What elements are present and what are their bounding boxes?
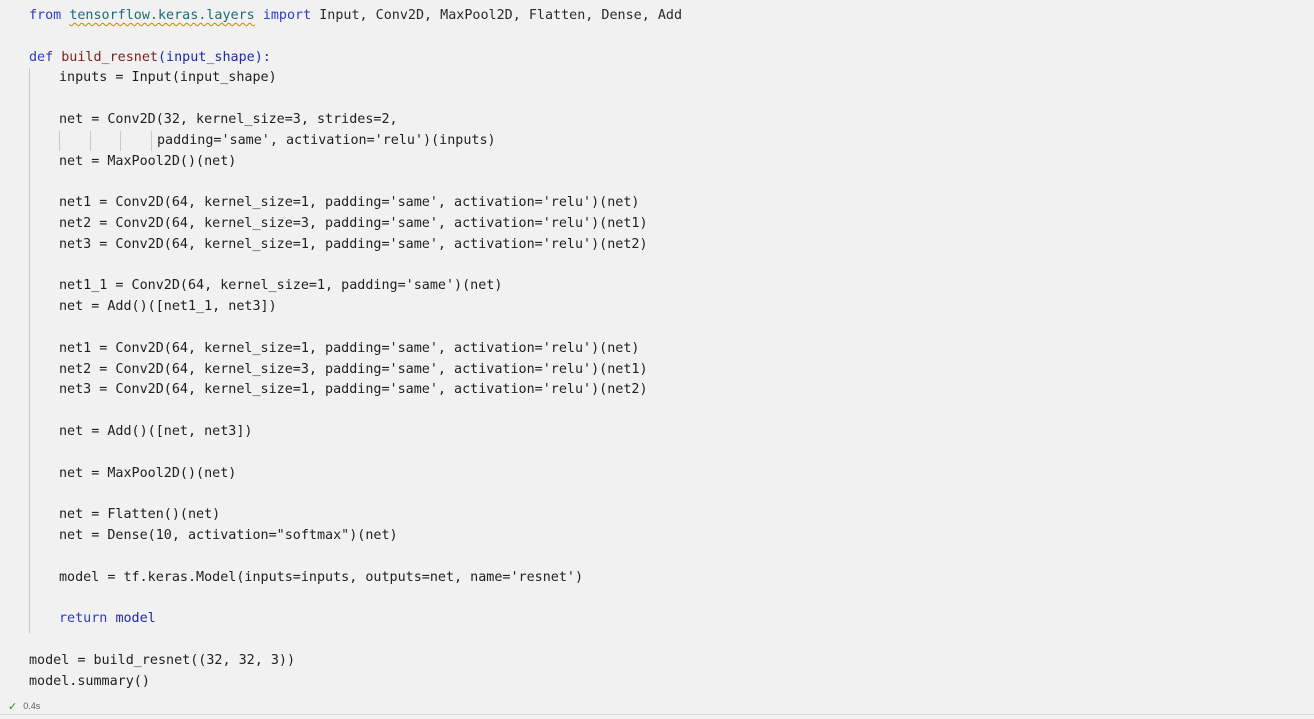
code-line: inputs = Input(input_shape) [59,70,277,86]
keyword-def: def [29,49,54,65]
notebook-code-cell[interactable]: from tensorflow.keras.layers import Inpu… [0,0,1314,719]
keyword-from: from [29,8,62,23]
code-line: net1 = Conv2D(64, kernel_size=1, padding… [59,195,640,211]
code-line: net3 = Conv2D(64, kernel_size=1, padding… [59,382,648,398]
function-params: (input_shape): [158,49,271,65]
code-line: padding='same', activation='relu')(input… [157,132,496,148]
code-line: model.summary() [29,673,150,689]
code-line-return: return model [29,609,1289,630]
code-line: net = MaxPool2D()(net) [59,153,237,169]
code-line: net = MaxPool2D()(net) [59,465,237,481]
code-line: net2 = Conv2D(64, kernel_size=3, padding… [59,215,648,231]
code-line: net3 = Conv2D(64, kernel_size=1, padding… [59,236,648,252]
keyword-return: return [59,611,108,627]
check-icon: ✓ [8,700,18,713]
code-line: net = Add()([net1_1, net3]) [59,299,277,315]
code-line: model = build_resnet((32, 32, 3)) [29,652,296,668]
module-name: tensorflow.keras.layers [69,8,255,23]
code-line: net = Add()([net, net3]) [59,423,253,439]
code-line: net1 = Conv2D(64, kernel_size=1, padding… [59,340,640,356]
execution-status: ✓ 0.4s [8,699,40,713]
keyword-import: import [262,8,312,23]
code-line: net1_1 = Conv2D(64, kernel_size=1, paddi… [59,278,503,294]
code-line: net2 = Conv2D(64, kernel_size=3, padding… [59,361,648,377]
code-line: net = Conv2D(32, kernel_size=3, strides=… [59,111,398,127]
imported-names: Input, Conv2D, MaxPool2D, Flatten, Dense… [319,8,683,23]
code-editor[interactable]: from tensorflow.keras.layers import Inpu… [29,6,1289,692]
return-value: model [115,611,156,627]
code-line: model = tf.keras.Model(inputs=inputs, ou… [59,569,584,585]
code-line-1: from tensorflow.keras.layers import Inpu… [29,6,1289,27]
function-name: build_resnet [61,49,158,65]
code-line: net = Dense(10, activation="softmax")(ne… [59,527,398,543]
execution-time: 0.4s [23,701,41,711]
cell-divider [0,714,1314,715]
code-line: net = Flatten()(net) [59,507,221,523]
code-line-def: def build_resnet(input_shape): [29,48,1289,69]
